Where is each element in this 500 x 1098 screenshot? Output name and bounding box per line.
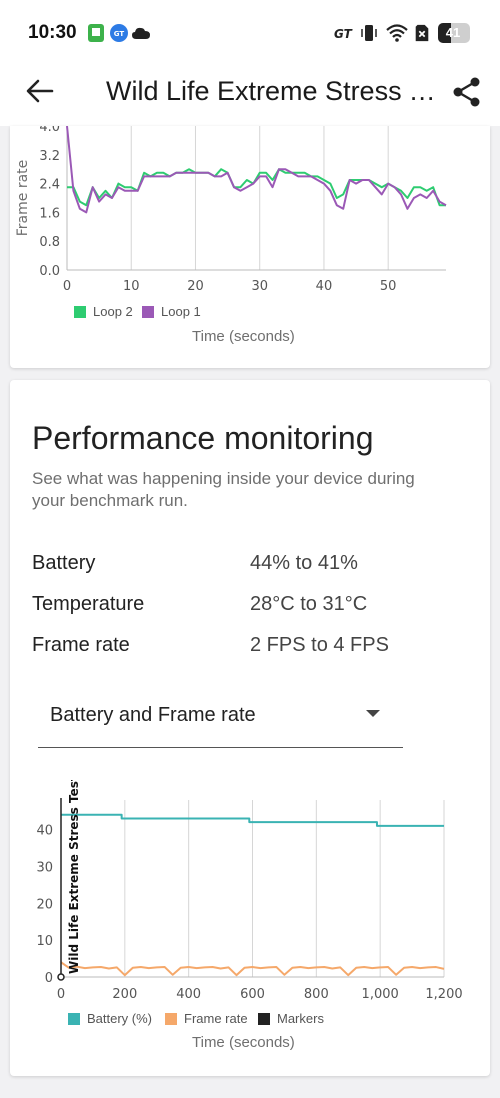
framerate-chart-card: 0.0 0.8 1.6 2.4 3.2 4.0 0 10 20 30 40 50 Frame rat… — [10, 126, 490, 368]
cloud-icon — [132, 27, 150, 39]
y-tick-label: 20 — [36, 897, 53, 912]
battery-level: 41 — [445, 25, 461, 40]
battery-label: Battery — [32, 552, 96, 574]
x-tick-label: 20 — [187, 279, 204, 294]
series-line-loop-1 — [66, 126, 447, 214]
y-axis-title: Frame rate — [15, 160, 31, 237]
y-tick-label: 3.2 — [39, 149, 60, 164]
x-tick-label: 0 — [57, 987, 65, 1002]
series-line-loop-2 — [67, 168, 446, 207]
y-tick-label: 0.0 — [39, 264, 60, 279]
legend-swatch — [165, 1012, 177, 1025]
legend-swatch — [74, 305, 86, 318]
battery-icon: 41 — [438, 23, 470, 43]
x-tick-label: 10 — [123, 279, 140, 294]
battery-value: 44% to 41% — [250, 552, 358, 574]
no-sim-icon — [415, 24, 429, 42]
dropdown-value: Battery and Frame rate — [50, 704, 256, 726]
legend-item-battery: Battery (%) — [68, 1011, 152, 1026]
x-tick-label: 0 — [63, 279, 71, 294]
chart-type-dropdown[interactable]: Battery and Frame rate — [38, 686, 403, 748]
app-bar: Wild Life Extreme Stress Test — [0, 62, 500, 126]
legend-swatch — [142, 305, 154, 318]
gt-logo-icon: GT — [334, 27, 353, 41]
legend-swatch — [68, 1012, 80, 1025]
performance-monitoring-card: Performance monitoring See what was happ… — [10, 380, 490, 1076]
x-tick-label: 400 — [176, 987, 201, 1002]
battery-framerate-chart: 0 10 20 30 40 0 200 400 600 800 1,000 1,200 Wild L… — [36, 780, 462, 1002]
gt-icon: GT — [110, 24, 128, 42]
section-subtitle: See what was happening inside your devic… — [32, 469, 415, 510]
temperature-label: Temperature — [32, 593, 145, 615]
x-tick-label: 30 — [251, 279, 268, 294]
y-tick-label: 40 — [36, 824, 53, 839]
legend-swatch — [258, 1012, 270, 1025]
marker-point — [57, 973, 65, 981]
x-tick-label: 50 — [380, 279, 397, 294]
temperature-value: 28°C to 31°C — [250, 593, 368, 615]
y-tick-label: 0.8 — [39, 235, 60, 250]
y-tick-label: 4.0 — [39, 126, 60, 135]
x-tick-label: 1,200 — [425, 987, 462, 1002]
legend-item-loop1: Loop 1 — [142, 304, 201, 319]
legend-item-markers: Markers — [258, 1011, 324, 1026]
app-notification-icon — [88, 24, 104, 42]
svg-text:GT: GT — [114, 30, 125, 38]
y-tick-label: 1.6 — [39, 206, 60, 221]
framerate-value: 2 FPS to 4 FPS — [250, 634, 389, 656]
legend-item-loop2: Loop 2 — [74, 304, 133, 319]
y-tick-label: 10 — [36, 934, 53, 949]
marker-label: Wild Life Extreme Stress Test — [67, 780, 81, 974]
x-tick-label: 800 — [304, 987, 329, 1002]
y-tick-label: 30 — [36, 860, 53, 875]
framerate-label: Frame rate — [32, 634, 130, 656]
status-time: 10:30 — [28, 22, 77, 43]
x-axis-title: Time (seconds) — [192, 328, 295, 345]
svg-text:GT: GT — [334, 27, 353, 41]
vibrate-icon — [361, 25, 377, 41]
x-axis-title: Time (seconds) — [192, 1034, 295, 1051]
arrow-back-icon[interactable] — [24, 75, 56, 107]
x-tick-label: 40 — [316, 279, 333, 294]
page-title: Wild Life Extreme Stress Test — [106, 76, 438, 106]
x-tick-label: 600 — [240, 987, 265, 1002]
y-tick-label: 2.4 — [39, 178, 60, 193]
status-bar: 10:30 GT GT 41 — [0, 0, 500, 62]
wifi-icon — [386, 24, 408, 42]
x-tick-label: 1,000 — [362, 987, 399, 1002]
legend-item-framerate: Frame rate — [165, 1011, 248, 1026]
y-tick-label: 0 — [45, 971, 53, 986]
x-tick-label: 200 — [112, 987, 137, 1002]
section-title: Performance monitoring — [32, 420, 374, 456]
dropdown-caret-icon — [366, 710, 380, 717]
share-icon[interactable] — [452, 76, 482, 108]
